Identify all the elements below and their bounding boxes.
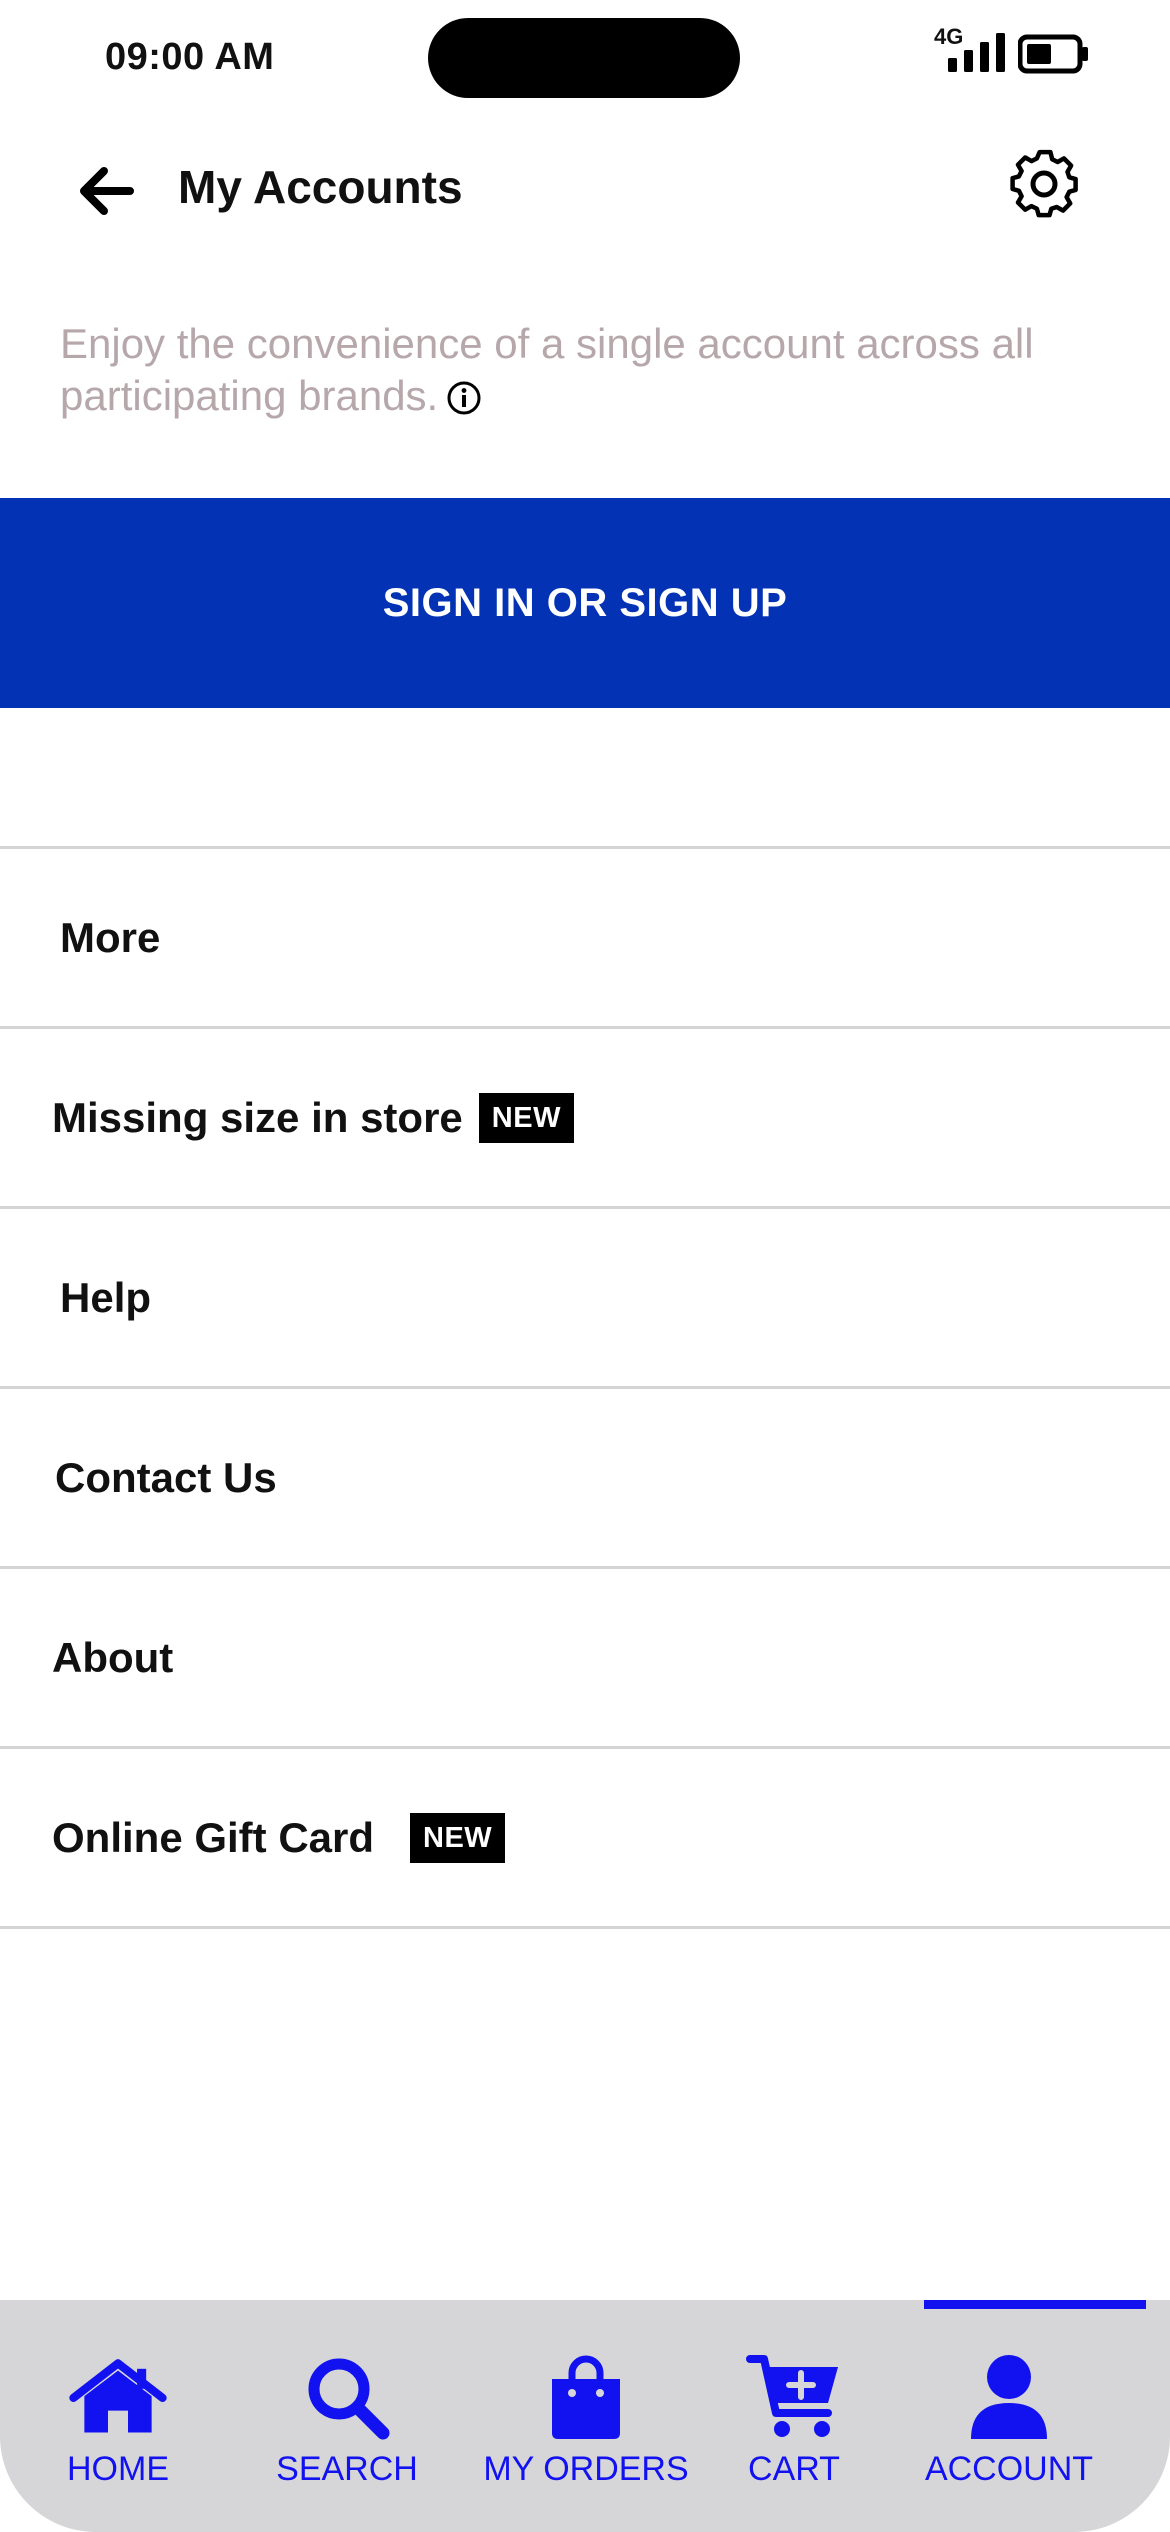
intro-text: Enjoy the convenience of a single accoun… bbox=[60, 320, 1034, 419]
arrow-left-icon bbox=[80, 167, 134, 215]
status-bar: 09:00 AM 4G bbox=[0, 0, 1170, 120]
settings-button[interactable] bbox=[1006, 146, 1082, 222]
page-title: My Accounts bbox=[178, 161, 463, 213]
intro-text-block: Enjoy the convenience of a single accoun… bbox=[60, 318, 1120, 422]
menu-item-label: Help bbox=[60, 1273, 152, 1321]
menu-item-label: Missing size in store bbox=[52, 1093, 463, 1141]
menu-item-label: Contact Us bbox=[55, 1453, 277, 1501]
gear-icon bbox=[1010, 149, 1078, 218]
nav-label: HOME bbox=[67, 2450, 169, 2488]
new-badge: NEW bbox=[478, 1092, 574, 1143]
nav-label: SEARCH bbox=[276, 2450, 418, 2488]
nav-account[interactable]: ACCOUNT bbox=[924, 2300, 1094, 2532]
nav-cart[interactable]: CART bbox=[738, 2300, 850, 2532]
info-circle-icon[interactable] bbox=[446, 376, 482, 415]
shopping-bag-icon bbox=[552, 2355, 620, 2439]
sign-in-button[interactable]: SIGN IN OR SIGN UP bbox=[0, 498, 1170, 708]
nav-home[interactable]: HOME bbox=[48, 2300, 188, 2532]
account-menu-list: More Missing size in store NEW Help Cont… bbox=[0, 846, 1170, 1929]
user-icon bbox=[971, 2355, 1047, 2439]
search-icon bbox=[308, 2358, 390, 2440]
nav-label: ACCOUNT bbox=[924, 2450, 1094, 2488]
menu-item-contact-us[interactable]: Contact Us bbox=[0, 1389, 1170, 1569]
cart-icon bbox=[746, 2355, 838, 2437]
bottom-navigation: HOME SEARCH MY ORDERS CART ACCOUNT bbox=[0, 2300, 1170, 2532]
menu-item-more[interactable]: More bbox=[0, 849, 1170, 1029]
nav-my-orders[interactable]: MY ORDERS bbox=[483, 2300, 689, 2532]
menu-item-label: More bbox=[60, 913, 161, 961]
menu-item-about[interactable]: About bbox=[0, 1569, 1170, 1749]
app-header: My Accounts bbox=[0, 130, 1170, 250]
menu-item-missing-size[interactable]: Missing size in store NEW bbox=[0, 1029, 1170, 1209]
menu-item-help[interactable]: Help bbox=[0, 1209, 1170, 1389]
menu-item-label: About bbox=[52, 1633, 174, 1681]
new-badge: NEW bbox=[410, 1812, 506, 1863]
dynamic-island bbox=[428, 18, 740, 98]
nav-label: CART bbox=[748, 2450, 840, 2488]
nav-search[interactable]: SEARCH bbox=[272, 2300, 422, 2532]
menu-item-online-gift-card[interactable]: Online Gift Card NEW bbox=[0, 1749, 1170, 1929]
signal-strength-icon bbox=[948, 33, 1005, 72]
battery-icon bbox=[1018, 34, 1088, 74]
status-time: 09:00 AM bbox=[105, 36, 275, 78]
back-button[interactable] bbox=[70, 158, 142, 224]
home-icon bbox=[69, 2359, 167, 2433]
menu-item-label: Online Gift Card bbox=[52, 1813, 375, 1861]
nav-label: MY ORDERS bbox=[483, 2450, 689, 2488]
